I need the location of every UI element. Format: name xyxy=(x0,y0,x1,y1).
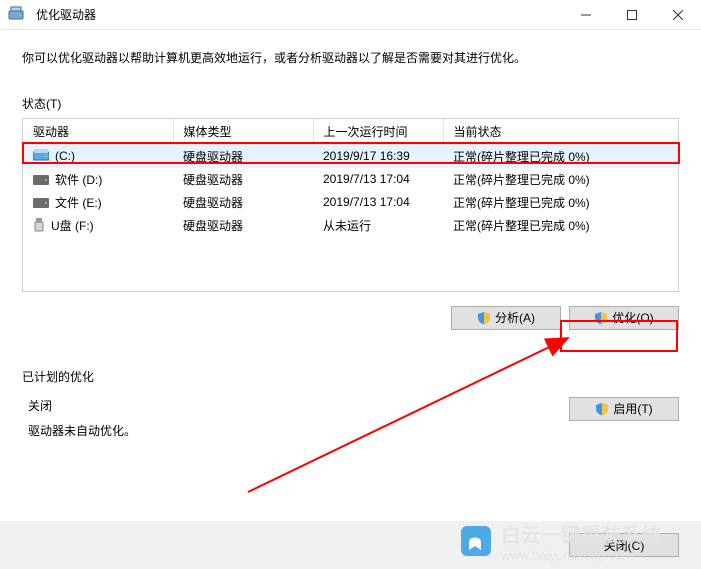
title-bar: 优化驱动器 xyxy=(0,0,701,30)
action-buttons: 分析(A) 优化(O) xyxy=(0,306,679,330)
drive-icon xyxy=(33,197,49,211)
close-button[interactable] xyxy=(655,0,701,30)
schedule-status: 关闭 xyxy=(22,397,136,414)
cell-drive: 文件 (E:) xyxy=(23,191,173,214)
analyze-label: 分析(A) xyxy=(495,309,535,326)
drive-icon xyxy=(33,218,45,235)
cell-status: 正常(碎片整理已完成 0%) xyxy=(443,214,678,238)
col-status[interactable]: 当前状态 xyxy=(443,119,678,145)
cell-lastrun: 2019/7/13 17:04 xyxy=(313,168,443,191)
cell-drive: U盘 (F:) xyxy=(23,214,173,238)
table-row[interactable]: 文件 (E:)硬盘驱动器2019/7/13 17:04正常(碎片整理已完成 0%… xyxy=(23,191,678,214)
window-title: 优化驱动器 xyxy=(36,6,96,23)
schedule-title: 已计划的优化 xyxy=(0,350,701,391)
cell-drive: (C:) xyxy=(23,144,173,168)
maximize-button[interactable] xyxy=(609,0,655,30)
analyze-button[interactable]: 分析(A) xyxy=(451,306,561,330)
shield-icon xyxy=(477,311,491,325)
cell-media: 硬盘驱动器 xyxy=(173,214,313,238)
shield-icon xyxy=(595,402,609,416)
cell-media: 硬盘驱动器 xyxy=(173,191,313,214)
optimize-button[interactable]: 优化(O) xyxy=(569,306,679,330)
table-row[interactable]: 软件 (D:)硬盘驱动器2019/7/13 17:04正常(碎片整理已完成 0%… xyxy=(23,168,678,191)
description-text: 你可以优化驱动器以帮助计算机更高效地运行，或者分析驱动器以了解是否需要对其进行优… xyxy=(0,30,701,77)
drive-table: 驱动器 媒体类型 上一次运行时间 当前状态 (C:)硬盘驱动器2019/9/17… xyxy=(23,119,678,238)
cell-lastrun: 2019/9/17 16:39 xyxy=(313,144,443,168)
status-section-label: 状态(T) xyxy=(0,77,701,118)
drive-icon xyxy=(33,174,49,188)
app-icon xyxy=(8,5,24,24)
minimize-button[interactable] xyxy=(563,0,609,30)
close-label: 关闭(C) xyxy=(604,537,645,554)
table-row[interactable]: (C:)硬盘驱动器2019/9/17 16:39正常(碎片整理已完成 0%) xyxy=(23,144,678,168)
shield-icon xyxy=(594,311,608,325)
cell-status: 正常(碎片整理已完成 0%) xyxy=(443,144,678,168)
drive-list-panel: 驱动器 媒体类型 上一次运行时间 当前状态 (C:)硬盘驱动器2019/9/17… xyxy=(22,118,679,292)
enable-label: 启用(T) xyxy=(613,400,652,417)
col-media[interactable]: 媒体类型 xyxy=(173,119,313,145)
schedule-desc: 驱动器未自动优化。 xyxy=(22,422,136,439)
cell-lastrun: 2019/7/13 17:04 xyxy=(313,191,443,214)
schedule-text: 关闭 驱动器未自动优化。 xyxy=(22,397,136,439)
schedule-section: 已计划的优化 关闭 驱动器未自动优化。 启用(T) xyxy=(0,350,701,445)
col-lastrun[interactable]: 上一次运行时间 xyxy=(313,119,443,145)
cell-media: 硬盘驱动器 xyxy=(173,144,313,168)
cell-status: 正常(碎片整理已完成 0%) xyxy=(443,191,678,214)
cell-drive: 软件 (D:) xyxy=(23,168,173,191)
bottom-bar: 关闭(C) xyxy=(0,521,701,569)
col-drive[interactable]: 驱动器 xyxy=(23,119,173,145)
close-dialog-button[interactable]: 关闭(C) xyxy=(569,533,679,557)
title-bar-left: 优化驱动器 xyxy=(8,5,96,24)
window-controls xyxy=(563,0,701,30)
table-row[interactable]: U盘 (F:)硬盘驱动器从未运行正常(碎片整理已完成 0%) xyxy=(23,214,678,238)
table-header-row: 驱动器 媒体类型 上一次运行时间 当前状态 xyxy=(23,119,678,145)
cell-status: 正常(碎片整理已完成 0%) xyxy=(443,168,678,191)
enable-button[interactable]: 启用(T) xyxy=(569,397,679,421)
drive-icon xyxy=(33,149,49,164)
cell-lastrun: 从未运行 xyxy=(313,214,443,238)
cell-media: 硬盘驱动器 xyxy=(173,168,313,191)
optimize-label: 优化(O) xyxy=(612,309,653,326)
